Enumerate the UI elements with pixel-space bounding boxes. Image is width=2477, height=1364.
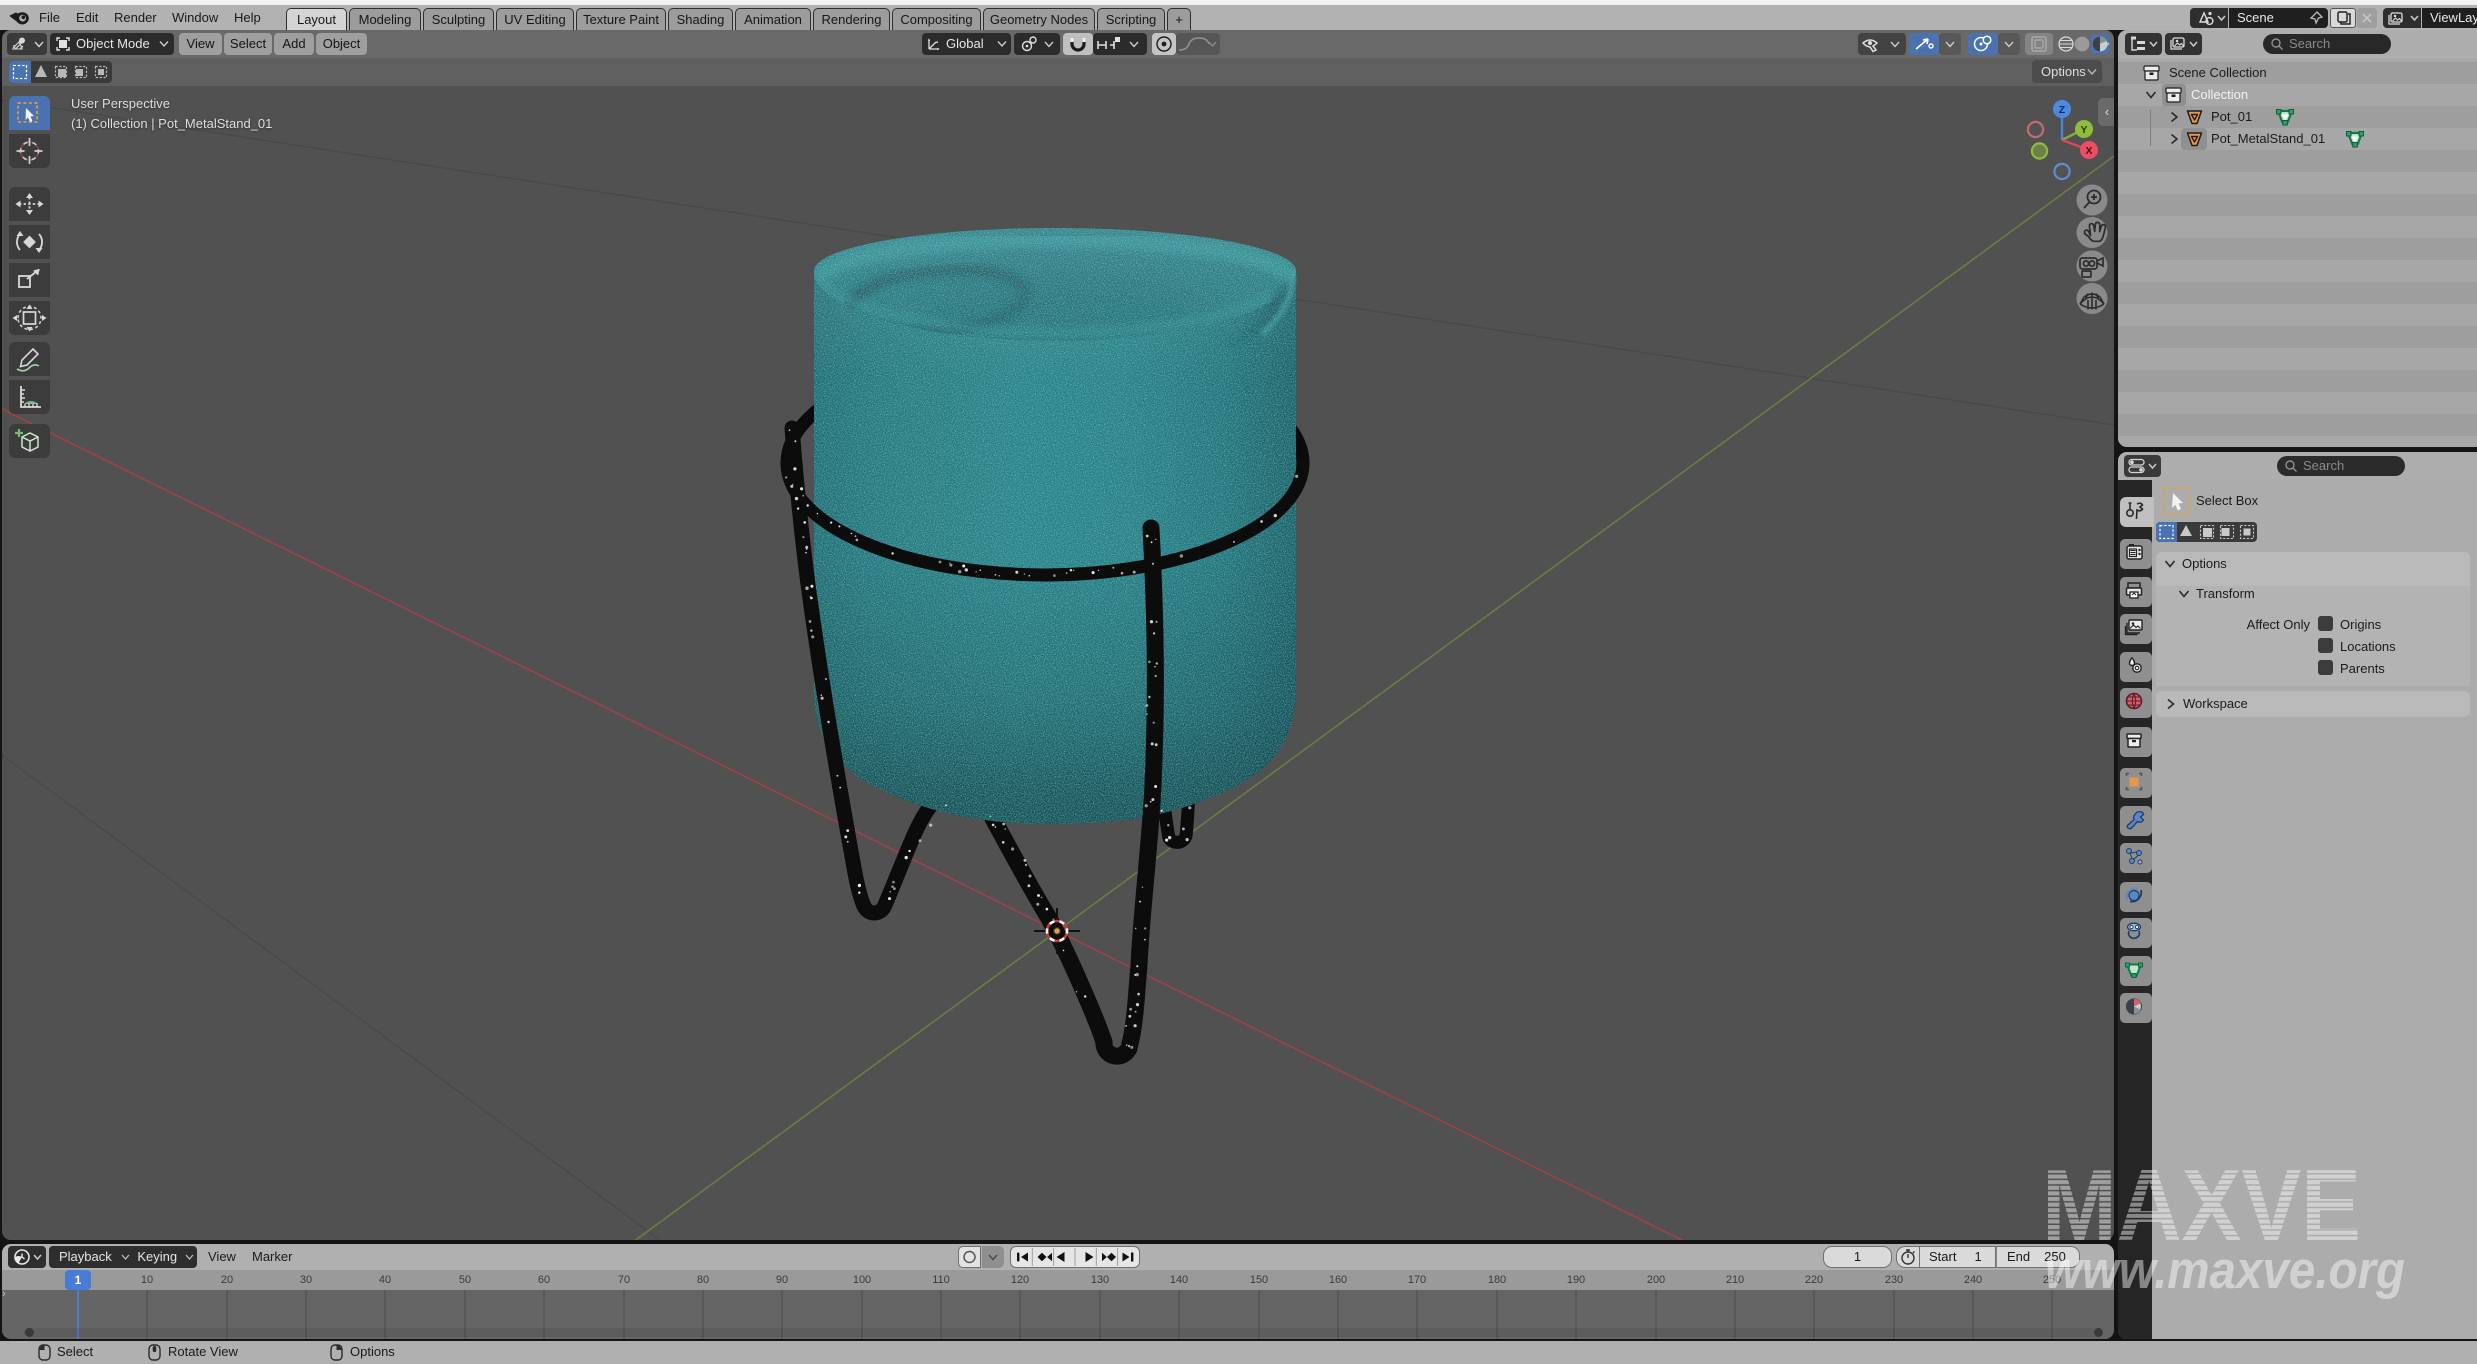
svg-text:Z: Z [2059,104,2066,116]
svg-text:Y: Y [2080,124,2087,136]
svg-text:X: X [2085,145,2092,157]
